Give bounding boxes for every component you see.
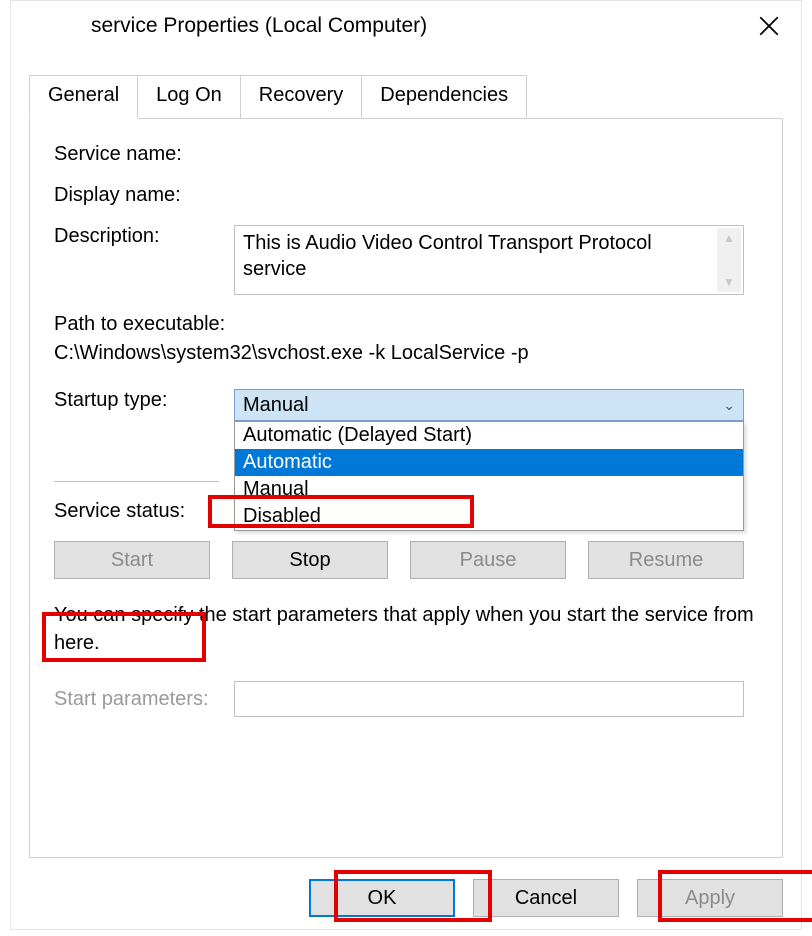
service-status-label: Service status: <box>54 500 234 523</box>
close-button[interactable] <box>749 6 789 46</box>
dropdown-list: Automatic (Delayed Start) Automatic Manu… <box>234 421 744 531</box>
option-manual[interactable]: Manual <box>235 476 743 503</box>
scroll-down-icon: ▼ <box>723 276 735 288</box>
stop-button[interactable]: Stop <box>232 541 388 579</box>
start-params-input[interactable] <box>234 681 744 717</box>
path-label: Path to executable: <box>54 313 758 336</box>
titlebar: service Properties (Local Computer) <box>11 1 801 51</box>
description-scrollbar[interactable]: ▲ ▼ <box>717 228 741 292</box>
startup-type-dropdown[interactable]: Manual ⌄ Automatic (Delayed Start) Autom… <box>234 389 744 421</box>
resume-button[interactable]: Resume <box>588 541 744 579</box>
service-name-label: Service name: <box>54 143 234 166</box>
chevron-down-icon: ⌄ <box>723 397 735 414</box>
display-name-label: Display name: <box>54 184 234 207</box>
properties-dialog: service Properties (Local Computer) Gene… <box>10 0 802 930</box>
dropdown-selected[interactable]: Manual ⌄ <box>234 389 744 421</box>
pause-button[interactable]: Pause <box>410 541 566 579</box>
cancel-button[interactable]: Cancel <box>473 879 619 917</box>
tab-logon[interactable]: Log On <box>137 75 241 118</box>
help-text: You can specify the start parameters tha… <box>54 601 758 657</box>
ok-button[interactable]: OK <box>309 879 455 917</box>
tab-recovery[interactable]: Recovery <box>240 75 362 118</box>
apply-button[interactable]: Apply <box>637 879 783 917</box>
tab-dependencies[interactable]: Dependencies <box>361 75 527 118</box>
separator <box>54 481 219 482</box>
description-label: Description: <box>54 225 234 248</box>
description-box: This is Audio Video Control Transport Pr… <box>234 225 744 295</box>
option-automatic-delayed[interactable]: Automatic (Delayed Start) <box>235 422 743 449</box>
tab-general[interactable]: General <box>29 75 138 119</box>
dropdown-selected-text: Manual <box>243 394 309 417</box>
option-disabled[interactable]: Disabled <box>235 503 743 530</box>
window-title: service Properties (Local Computer) <box>91 14 427 38</box>
start-button[interactable]: Start <box>54 541 210 579</box>
control-buttons: Start Stop Pause Resume <box>54 541 758 579</box>
option-automatic[interactable]: Automatic <box>235 449 743 476</box>
scroll-up-icon: ▲ <box>723 232 735 244</box>
description-text: This is Audio Video Control Transport Pr… <box>243 232 652 280</box>
startup-type-label: Startup type: <box>54 389 234 412</box>
path-value: C:\Windows\system32\svchost.exe -k Local… <box>54 342 758 365</box>
start-params-label: Start parameters: <box>54 688 234 711</box>
general-panel: Service name: Display name: Description:… <box>29 118 783 858</box>
tab-strip: General Log On Recovery Dependencies <box>29 75 801 118</box>
dialog-buttons: OK Cancel Apply <box>309 879 783 917</box>
close-icon <box>759 16 779 36</box>
